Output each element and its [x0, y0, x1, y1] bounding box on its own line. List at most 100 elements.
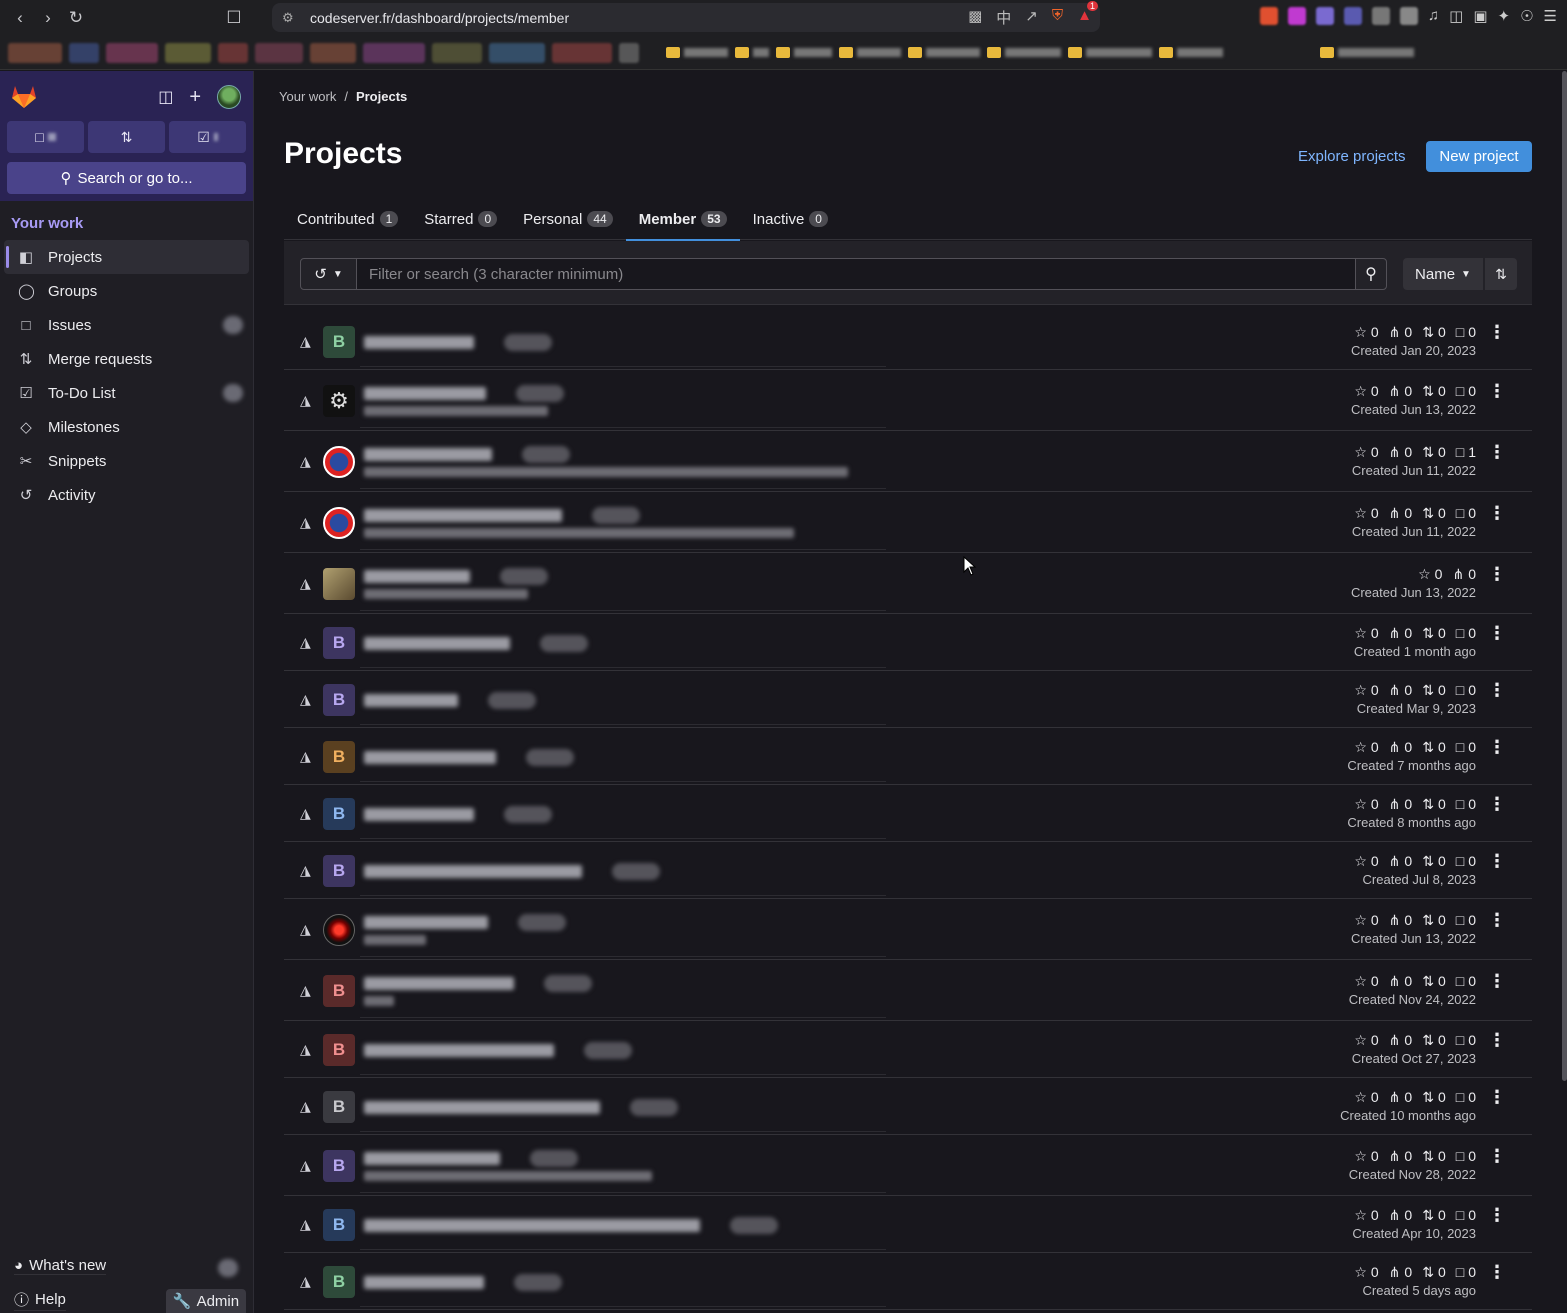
project-avatar[interactable]: B [323, 854, 355, 887]
project-name-link[interactable] [364, 1043, 554, 1057]
url-text[interactable]: codeserver.fr/dashboard/projects/member [310, 10, 569, 26]
bookmark-item[interactable] [218, 42, 248, 63]
address-bar[interactable]: ⚙ codeserver.fr/dashboard/projects/membe… [272, 1, 1100, 32]
project-avatar[interactable]: B [323, 626, 355, 659]
project-row[interactable]: ◮ B ☆ 0 ⋔ 0 ⇅ 0 □ 0 Created 7 months ago ⋮ [284, 728, 1532, 785]
sort-dropdown[interactable]: Name ▼ [1403, 258, 1483, 290]
more-actions-icon[interactable]: ⋮ [1488, 737, 1506, 758]
extension-icon[interactable] [1259, 7, 1278, 25]
fork-count[interactable]: ⋔ 0 [1389, 1264, 1413, 1281]
star-count[interactable]: ☆ 0 [1354, 505, 1378, 522]
merge-request-count[interactable]: ⇅ 0 [1422, 383, 1446, 400]
issue-count[interactable]: □ 0 [1456, 505, 1476, 521]
sidebar-item-groups[interactable]: ◯ Groups [4, 274, 249, 308]
bookmark-folder[interactable] [735, 47, 769, 58]
project-avatar[interactable]: B [323, 1149, 355, 1182]
bookmark-item[interactable] [69, 42, 99, 63]
issue-count[interactable]: □ 0 [1456, 796, 1476, 812]
issue-count[interactable]: □ 0 [1456, 1264, 1476, 1280]
bookmark-item[interactable] [255, 42, 303, 63]
star-count[interactable]: ☆ 0 [1354, 383, 1378, 400]
extension-icon[interactable] [1399, 7, 1418, 25]
star-count[interactable]: ☆ 0 [1354, 324, 1378, 341]
more-actions-icon[interactable]: ⋮ [1488, 381, 1506, 402]
issue-count[interactable]: □ 0 [1456, 1089, 1476, 1105]
bookmark-folder[interactable] [776, 47, 832, 58]
project-avatar[interactable]: B [323, 1090, 355, 1123]
more-actions-icon[interactable]: ⋮ [1488, 971, 1506, 992]
more-actions-icon[interactable]: ⋮ [1488, 1087, 1506, 1108]
bookmark-item[interactable] [310, 42, 356, 63]
project-row[interactable]: ◮ B ☆ 0 ⋔ 0 ⇅ 0 □ 0 Created Apr 10, 2023 ⋮ [284, 1196, 1532, 1253]
project-name-link[interactable] [364, 915, 488, 929]
star-count[interactable]: ☆ 0 [1354, 625, 1378, 642]
project-row[interactable]: ◮ B ☆ 0 ⋔ 0 ⇅ 0 □ 0 Created Jul 8, 2023 ⋮ [284, 842, 1532, 899]
issue-count[interactable]: □ 0 [1456, 912, 1476, 928]
project-name-link[interactable] [364, 976, 514, 990]
project-row[interactable]: ◮ B ☆ 0 ⋔ 0 ⇅ 0 □ 0 Created 1 month ago ⋮ [284, 614, 1532, 671]
bookmark-item[interactable] [619, 42, 639, 63]
bookmark-folder[interactable] [1068, 47, 1152, 58]
bookmark-item[interactable] [106, 42, 158, 63]
fork-count[interactable]: ⋔ 0 [1389, 324, 1413, 341]
fork-count[interactable]: ⋔ 0 [1389, 505, 1413, 522]
bookmark-item[interactable] [552, 42, 612, 63]
project-row[interactable]: ◮ ☆ 0 ⋔ 0 ⇅ 0 □ 0 Created Jun 11, 2022 ⋮ [284, 492, 1532, 553]
breadcrumb-current[interactable]: Projects [356, 89, 407, 104]
extension-icon[interactable] [1287, 7, 1306, 25]
share-icon[interactable]: ↗ [1025, 7, 1038, 28]
assigned-issues-counter[interactable]: □ [7, 121, 84, 153]
fork-count[interactable]: ⋔ 0 [1389, 973, 1413, 990]
issue-count[interactable]: □ 0 [1456, 1207, 1476, 1223]
merge-request-count[interactable]: ⇅ 0 [1422, 739, 1446, 756]
project-row[interactable]: ◮ ☆ 0 ⋔ 0 ⇅ 0 □ 1 Created Jun 11, 2022 ⋮ [284, 431, 1532, 492]
tab-contributed[interactable]: Contributed 1 [284, 198, 411, 240]
more-actions-icon[interactable]: ⋮ [1488, 564, 1506, 585]
project-avatar[interactable]: B [323, 683, 355, 716]
more-actions-icon[interactable]: ⋮ [1488, 1205, 1506, 1226]
issue-count[interactable]: □ 0 [1456, 625, 1476, 641]
project-name-link[interactable] [364, 1100, 600, 1114]
star-count[interactable]: ☆ 0 [1354, 1089, 1378, 1106]
merge-request-count[interactable]: ⇅ 0 [1422, 1089, 1446, 1106]
project-row[interactable]: ◮ B ☆ 0 ⋔ 0 ⇅ 0 □ 0 Created Jan 20, 2023 ⋮ [284, 313, 1532, 370]
page-scrollbar[interactable] [1562, 71, 1567, 1081]
project-row[interactable]: ◮ B ☆ 0 ⋔ 0 ⇅ 0 □ 0 Created Mar 9, 2023 ⋮ [284, 671, 1532, 728]
sort-direction-button[interactable]: ⇅ [1485, 258, 1517, 290]
tab-member[interactable]: Member 53 [625, 198, 740, 241]
star-count[interactable]: ☆ 0 [1354, 1148, 1378, 1165]
project-avatar[interactable]: B [323, 797, 355, 830]
extension-icon[interactable] [1343, 7, 1362, 25]
project-name-link[interactable] [364, 750, 496, 764]
more-actions-icon[interactable]: ⋮ [1488, 1262, 1506, 1283]
bookmark-item[interactable] [489, 42, 545, 63]
extension-icon[interactable] [1315, 7, 1334, 25]
merge-request-count[interactable]: ⇅ 0 [1422, 1148, 1446, 1165]
sidebar-item-activity[interactable]: ↺ Activity [4, 478, 249, 512]
issue-count[interactable]: □ 0 [1456, 1148, 1476, 1164]
fork-count[interactable]: ⋔ 0 [1389, 1089, 1413, 1106]
tab-personal[interactable]: Personal 44 [510, 198, 626, 240]
more-actions-icon[interactable]: ⋮ [1488, 1146, 1506, 1167]
fork-count[interactable]: ⋔ 0 [1389, 912, 1413, 929]
more-actions-icon[interactable]: ⋮ [1488, 322, 1506, 343]
issue-count[interactable]: □ 0 [1456, 324, 1476, 340]
merge-request-count[interactable]: ⇅ 0 [1422, 853, 1446, 870]
project-row[interactable]: ◮ B ☆ 0 ⋔ 0 ⇅ 0 □ 0 Created 10 months ago ⋮ [284, 1078, 1532, 1135]
admin-button[interactable]: 🔧 Admin [166, 1289, 246, 1313]
merge-request-count[interactable]: ⇅ 0 [1422, 1264, 1446, 1281]
more-actions-icon[interactable]: ⋮ [1488, 1030, 1506, 1051]
search-submit-button[interactable]: ⚲ [1355, 258, 1387, 290]
user-avatar[interactable] [217, 85, 241, 109]
bookmark-folder[interactable] [908, 47, 980, 58]
merge-request-count[interactable]: ⇅ 0 [1422, 796, 1446, 813]
search-history-button[interactable]: ↺ ▼ [300, 258, 357, 290]
bookmark-icon[interactable]: ☐ [220, 4, 248, 32]
search-button[interactable]: ⚲ Search or go to... [7, 162, 246, 194]
cast-icon[interactable]: ▩ [968, 7, 982, 28]
project-row[interactable]: ◮ B ☆ 0 ⋔ 0 ⇅ 0 □ 0 Created 8 months ago ⋮ [284, 785, 1532, 842]
star-count[interactable]: ☆ 0 [1354, 1264, 1378, 1281]
issue-count[interactable]: □ 0 [1456, 682, 1476, 698]
extension-icon[interactable] [1371, 7, 1390, 25]
merge-request-count[interactable]: ⇅ 0 [1422, 625, 1446, 642]
